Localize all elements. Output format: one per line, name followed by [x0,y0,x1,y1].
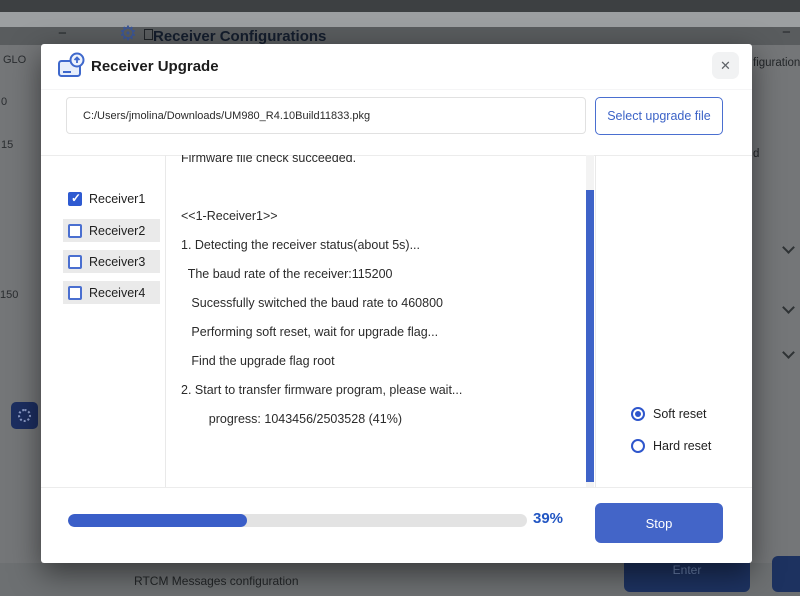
progress-percent-label: 39% [533,510,563,527]
upgrade-log-panel: Firmware file check succeeded. <<1-Recei… [165,155,596,487]
window-top-strip [0,0,800,12]
chevron-down-icon[interactable] [782,346,795,359]
progress-bar-fill [68,514,247,527]
checkbox-icon[interactable] [68,286,82,300]
restore-window-icon[interactable] [144,29,153,40]
minimize-icon[interactable]: − [58,25,67,42]
background-tick-15: 15 [1,139,13,151]
chevron-down-icon[interactable] [782,241,795,254]
log-line [181,173,595,202]
receiver4-label: Receiver4 [89,286,145,300]
receiver2-label: Receiver2 [89,224,145,238]
soft-reset-label: Soft reset [653,407,707,421]
hard-reset-radio-row[interactable]: Hard reset [631,436,711,456]
log-line: Performing soft reset, wait for upgrade … [181,318,595,347]
upgrade-file-path-input[interactable] [66,97,586,134]
checkbox-icon[interactable] [68,192,82,206]
header-divider [41,89,752,90]
log-line: Sucessfully switched the baud rate to 46… [181,289,595,318]
receiver1-label: Receiver1 [89,192,145,206]
radio-icon[interactable] [631,439,645,453]
receiver2-checkbox-row[interactable]: Receiver2 [63,219,160,242]
gear-icon: ⚙ [119,21,137,46]
background-tick-0: 0 [1,96,7,108]
background-tick-150: 150 [0,289,18,301]
rtcm-section-label: RTCM Messages configuration [134,574,299,588]
background-window-title: Receiver Configurations [153,28,326,45]
progress-bar [68,514,527,527]
checkbox-icon[interactable] [68,224,82,238]
chevron-down-icon[interactable] [782,301,795,314]
receiver4-checkbox-row[interactable]: Receiver4 [63,281,160,304]
select-upgrade-file-button[interactable]: Select upgrade file [595,97,723,135]
log-line: The baud rate of the receiver:115200 [181,260,595,289]
receiver3-label: Receiver3 [89,255,145,269]
background-corner-button[interactable] [772,556,800,592]
log-scrollbar-thumb[interactable] [586,190,594,482]
close-icon[interactable]: ✕ [712,52,739,79]
receiver1-checkbox-row[interactable]: Receiver1 [63,187,160,210]
log-line: Find the upgrade flag root [181,347,595,376]
background-label-glo: GLO [3,54,26,66]
minimize-icon-right[interactable]: − [782,24,791,41]
stop-button[interactable]: Stop [595,503,723,543]
background-text-fragment-d: d [753,148,759,160]
soft-reset-radio-row[interactable]: Soft reset [631,404,707,424]
log-scrollbar-track[interactable] [586,155,594,487]
upgrade-log-content: Firmware file check succeeded. <<1-Recei… [166,155,595,434]
receiver-upgrade-icon [57,52,87,85]
hard-reset-label: Hard reset [653,439,711,453]
galileo-icon [11,402,38,429]
receiver3-checkbox-row[interactable]: Receiver3 [63,250,160,273]
log-line: 1. Detecting the receiver status(about 5… [181,231,595,260]
log-line: progress: 1043456/2503528 (41%) [181,405,595,434]
log-line: Firmware file check succeeded. [181,155,595,173]
footer-divider [41,487,752,488]
log-line: <<1-Receiver1>> [181,202,595,231]
radio-icon[interactable] [631,407,645,421]
receiver-upgrade-dialog: Receiver Upgrade ✕ Select upgrade file R… [41,44,752,563]
galileo-stars-ring [18,409,31,422]
background-text-fragment: figuration s [753,57,800,69]
checkbox-icon[interactable] [68,255,82,269]
log-line: 2. Start to transfer firmware program, p… [181,376,595,405]
dialog-title: Receiver Upgrade [91,58,219,75]
